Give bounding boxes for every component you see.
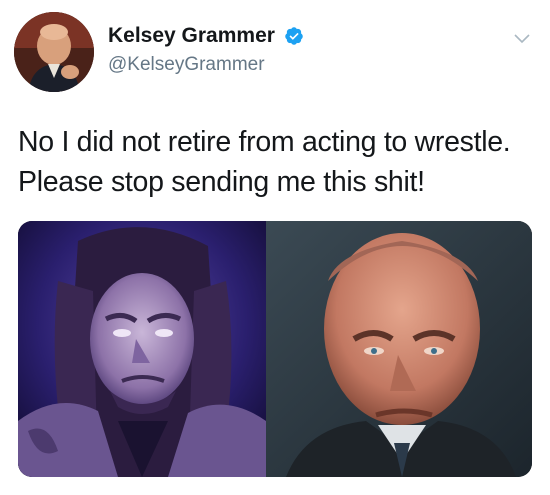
user-handle[interactable]: @KelseyGrammer <box>108 54 265 76</box>
display-name[interactable]: Kelsey Grammer <box>108 24 275 48</box>
tweet-text-line: Please stop sending me this shit! <box>18 166 425 198</box>
tweet-text-line: No I did not retire from acting to wrest… <box>18 126 511 158</box>
tweet-card: Kelsey Grammer @KelseyGrammer No I did n… <box>0 0 550 495</box>
tweet-media[interactable] <box>18 221 532 477</box>
chevron-down-icon[interactable] <box>514 34 530 44</box>
avatar[interactable] <box>14 12 94 92</box>
verified-badge-icon <box>285 27 303 45</box>
media-image-actor[interactable] <box>266 221 532 477</box>
media-image-wrestler[interactable] <box>18 221 266 477</box>
tweet-text: No I did not retire from acting to wrest… <box>18 122 538 202</box>
